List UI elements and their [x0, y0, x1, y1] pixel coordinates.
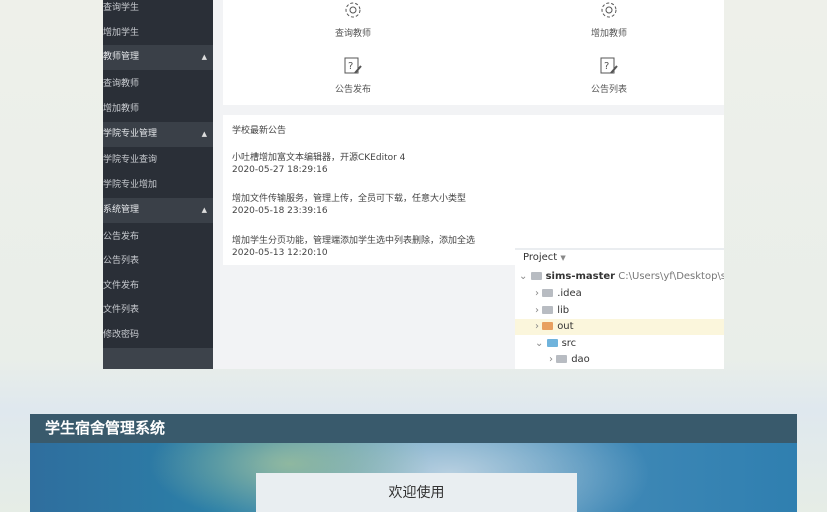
node-name: dao — [571, 354, 590, 365]
sidebar-item[interactable]: 学院专业增加 — [103, 173, 213, 198]
root-name: sims-master — [545, 271, 616, 282]
sidebar-item[interactable]: 查询学生 — [103, 0, 213, 21]
sidebar-label: 增加学生 — [103, 28, 140, 38]
root-path: C:\Users\yf\Desktop\sin — [618, 271, 724, 282]
svg-text:?: ? — [604, 61, 609, 72]
notice-title: 学校最新公告 — [232, 126, 287, 136]
node-name: lib — [557, 304, 570, 316]
folder-icon — [542, 289, 554, 297]
sidebar-item[interactable]: 查询教师 — [103, 72, 213, 97]
sidebar-item[interactable]: 增加学生 — [103, 21, 213, 46]
tile-label: 查询教师 — [334, 29, 371, 39]
chevron-down-icon: ⌄ — [519, 271, 528, 282]
chevron-right-icon: › — [535, 321, 539, 332]
help-edit-icon: ? — [344, 57, 362, 74]
tile-notice-list[interactable]: ? 公告列表 — [489, 56, 724, 95]
sidebar-label: 文件发布 — [103, 281, 140, 291]
tree-node[interactable]: ⌄ src — [535, 336, 576, 352]
sidebar-footer — [103, 348, 213, 369]
chevron-right-icon: › — [535, 288, 539, 299]
sidebar-item[interactable]: 公告列表 — [103, 249, 213, 274]
tile-label: 公告发布 — [334, 85, 371, 95]
notice-time: 2020-05-13 12:20:10 — [232, 248, 328, 258]
chevron-down-icon: ⌄ — [535, 337, 544, 349]
sidebar-group[interactable]: 教师管理 ▲ — [103, 45, 213, 70]
gear-icon — [601, 2, 617, 18]
sidebar-label: 学院专业管理 — [103, 129, 158, 139]
sidebar-item[interactable]: 修改密码 — [103, 323, 213, 348]
tile-query-teacher[interactable]: 查询教师 — [233, 0, 473, 39]
folder-icon — [542, 322, 554, 330]
project-title: Project — [523, 252, 558, 263]
folder-icon — [546, 338, 558, 347]
system-title: 学生宿舍管理系统 — [30, 414, 797, 443]
module-icon — [530, 272, 542, 280]
tile-label: 公告列表 — [590, 85, 627, 95]
sidebar-label: 增加教师 — [103, 104, 140, 114]
login-page: 学生宿舍管理系统 欢迎使用 — [30, 414, 797, 512]
sidebar-label: 教师管理 — [103, 52, 140, 62]
sidebar-label: 查询教师 — [103, 79, 140, 89]
sidebar-item[interactable]: 文件列表 — [103, 298, 213, 323]
admin-screenshot: 查询学生 增加学生 教师管理 ▲ 查询教师 增加教师 学院专业管理 ▲ 学院专业查询 学院专业增加… — [103, 0, 724, 369]
sidebar-label: 公告发布 — [103, 232, 140, 242]
tree-root[interactable]: ⌄ sims-master C:\Users\yf\Desktop\sin — [519, 269, 724, 285]
notice-text[interactable]: 增加学生分页功能，管理端添加学生选中列表删除，添加全选 — [232, 233, 475, 246]
sidebar-item[interactable]: 增加教师 — [103, 97, 213, 122]
notice-time: 2020-05-18 23:39:16 — [232, 206, 328, 216]
project-tab[interactable]: Project ▼ — [523, 250, 566, 266]
sidebar-item[interactable]: 学院专业查询 — [103, 148, 213, 173]
sidebar-label: 公告列表 — [103, 256, 140, 266]
caret-up-icon: ▲ — [201, 206, 207, 214]
sidebar-group[interactable]: 系统管理 ▲ — [103, 198, 213, 223]
welcome-box: 欢迎使用 — [256, 473, 577, 512]
node-name: src — [561, 337, 577, 349]
sidebar-item[interactable]: 公告发布 — [103, 225, 213, 250]
sidebar-label: 系统管理 — [103, 205, 140, 215]
node-name: out — [557, 321, 574, 332]
tile-publish-notice[interactable]: ? 公告发布 — [233, 56, 473, 95]
help-edit-icon: ? — [600, 57, 618, 74]
chevron-down-icon: ▼ — [560, 254, 566, 262]
notice-text[interactable]: 增加文件传输服务，管理上传，全员可下载，任意大小类型 — [232, 191, 466, 204]
quick-tiles-card: 查询教师 增加教师 ? 公告发布 ? 公告列表 — [223, 0, 724, 105]
folder-icon — [556, 355, 568, 363]
tile-add-teacher[interactable]: 增加教师 — [489, 0, 724, 39]
tree-node[interactable]: › dao — [549, 352, 590, 368]
sidebar-label: 查询学生 — [103, 3, 140, 13]
svg-text:?: ? — [348, 61, 353, 72]
project-panel: Project ▼ ⌄ sims-master C:\Users\yf\Desk… — [515, 248, 724, 369]
chevron-right-icon: › — [549, 354, 553, 365]
tree-node[interactable]: › out — [515, 319, 724, 335]
folder-icon — [542, 305, 554, 314]
chevron-right-icon: › — [535, 304, 539, 316]
notice-time: 2020-05-27 18:29:16 — [232, 165, 328, 175]
sidebar-item[interactable]: 文件发布 — [103, 274, 213, 299]
caret-up-icon: ▲ — [201, 53, 207, 61]
gear-icon — [345, 2, 361, 18]
tree-node[interactable]: › lib — [535, 303, 569, 319]
sidebar: 查询学生增加学生教师管理 ▲ 查询教师增加教师学院专业管理 ▲ 学院专业查询 学院专业增加… — [103, 0, 213, 369]
sidebar-label: 学院专业查询 — [103, 155, 158, 165]
node-name: .idea — [557, 288, 582, 299]
tree-node[interactable]: › .idea — [535, 286, 582, 302]
notice-card: 学校最新公告 小吐槽增加富文本编辑器，开源CKEditor 4 2020-05-… — [223, 115, 724, 265]
sidebar-label: 文件列表 — [103, 305, 140, 315]
notice-text[interactable]: 小吐槽增加富文本编辑器，开源CKEditor 4 — [232, 150, 405, 163]
tile-label: 增加教师 — [590, 29, 627, 39]
sidebar-label: 学院专业增加 — [103, 180, 158, 190]
caret-up-icon: ▲ — [201, 130, 207, 138]
sidebar-label: 修改密码 — [103, 330, 140, 340]
sidebar-group[interactable]: 学院专业管理 ▲ — [103, 122, 213, 147]
